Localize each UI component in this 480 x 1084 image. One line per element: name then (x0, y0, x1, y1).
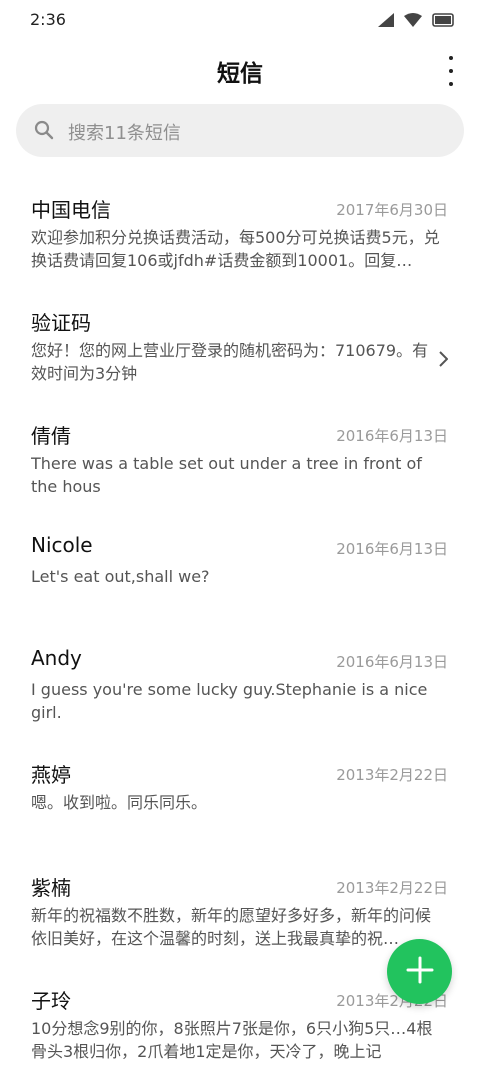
message-preview: 您好！您的网上营业厅登录的随机密码为：710679。有效时间为3分钟 (31, 341, 429, 383)
sender-name: Andy (31, 646, 82, 670)
list-item[interactable]: Nicole 2016年6月13日 Let's eat out,shall we… (0, 519, 480, 632)
status-bar: 2:36 (0, 0, 480, 40)
list-item[interactable]: Andy 2016年6月13日 I guess you're some luck… (0, 632, 480, 745)
status-icons (378, 12, 454, 31)
battery-icon (432, 12, 454, 31)
list-item[interactable]: 燕婷 2013年2月22日 嗯。收到啦。同乐同乐。 (0, 745, 480, 858)
message-preview: 新年的祝福数不胜数，新年的愿望好多好多，新年的问候依旧美好，在这个温馨的时刻，送… (31, 906, 432, 948)
sender-name: 验证码 (31, 311, 91, 335)
message-date: 2017年6月30日 (336, 201, 448, 219)
signal-icon (378, 12, 394, 31)
message-preview: Let's eat out,shall we? (31, 567, 210, 586)
more-dot-icon (449, 82, 453, 86)
list-item[interactable]: 倩倩 2016年6月13日 There was a table set out … (0, 406, 480, 519)
sender-name: 子玲 (31, 989, 71, 1013)
message-preview: There was a table set out under a tree i… (31, 454, 422, 496)
message-preview: 欢迎参加积分兑换话费活动，每500分可兑换话费5元，兑换话费请回复106或jfd… (31, 228, 440, 270)
message-date: 2016年6月13日 (336, 653, 448, 671)
app-header: 短信 (0, 40, 480, 100)
more-dot-icon (449, 56, 453, 60)
message-date: 2013年2月22日 (336, 879, 448, 897)
sender-name: 紫楠 (31, 876, 71, 900)
message-date: 2016年6月13日 (336, 540, 448, 558)
search-input[interactable]: 搜索11条短信 (68, 119, 181, 145)
new-message-button[interactable] (387, 939, 452, 1004)
sender-name: 中国电信 (31, 198, 111, 222)
status-time: 2:36 (30, 10, 66, 29)
sender-name: 燕婷 (31, 763, 71, 787)
sender-name: Nicole (31, 533, 93, 557)
message-date: 2016年6月13日 (336, 427, 448, 445)
plus-icon (406, 956, 434, 988)
sender-name: 倩倩 (31, 424, 71, 448)
wifi-icon (404, 12, 422, 31)
message-preview: 嗯。收到啦。同乐同乐。 (31, 793, 208, 812)
message-preview: I guess you're some lucky guy.Stephanie … (31, 680, 428, 722)
list-item[interactable]: 中国电信 2017年6月30日 欢迎参加积分兑换话费活动，每500分可兑换话费5… (0, 180, 480, 293)
search-bar[interactable]: 搜索11条短信 (16, 104, 464, 157)
chevron-right-icon (438, 351, 449, 371)
more-options-button[interactable] (446, 56, 456, 86)
message-preview: 10分想念9别的你，8张照片7张是你，6只小狗5只…4根骨头3根归你，2爪着地1… (31, 1019, 433, 1061)
more-dot-icon (449, 69, 453, 73)
search-icon (34, 120, 54, 144)
message-date: 2013年2月22日 (336, 766, 448, 784)
list-item[interactable]: 验证码 您好！您的网上营业厅登录的随机密码为：710679。有效时间为3分钟 (0, 293, 480, 406)
page-title: 短信 (217, 61, 263, 87)
